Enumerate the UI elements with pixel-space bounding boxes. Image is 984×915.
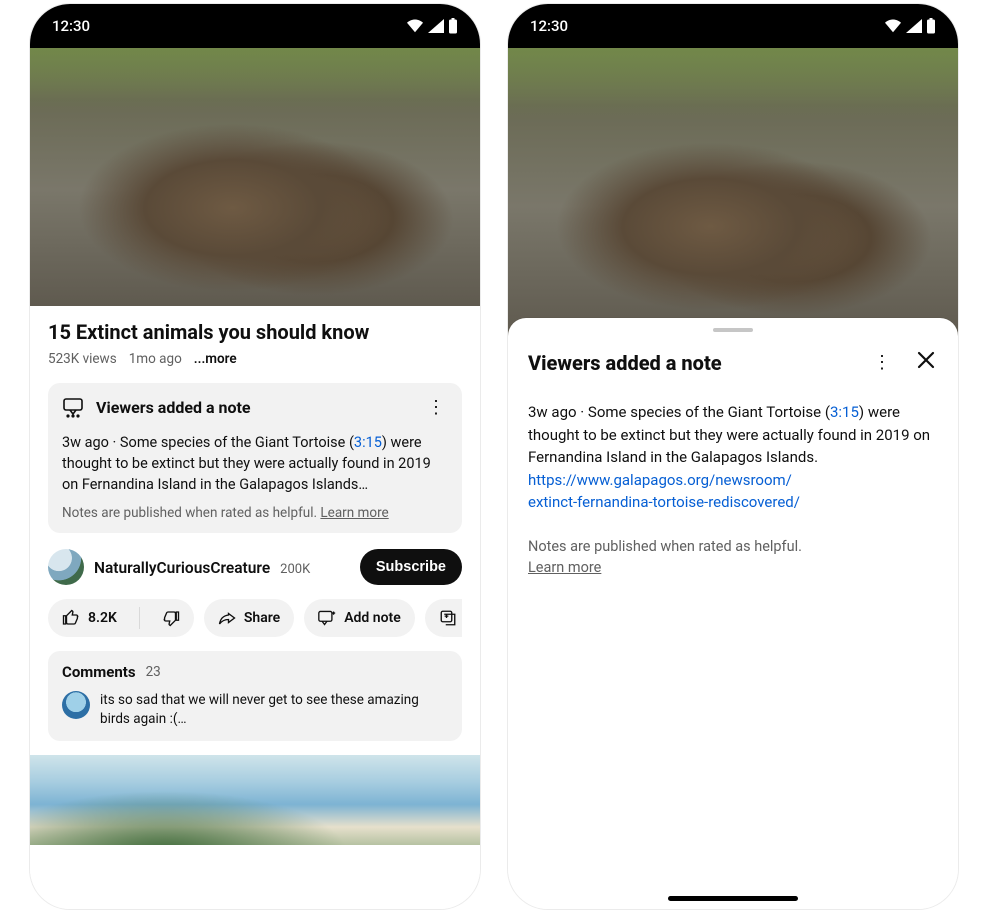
- note-age: 3w ago: [528, 403, 577, 421]
- thumbs-up-icon: [62, 609, 80, 627]
- close-button[interactable]: [902, 346, 938, 379]
- phone-left: 12:30 15 Extinct animals you should know…: [30, 4, 480, 909]
- save-button[interactable]: Sa: [425, 599, 462, 637]
- status-time: 12:30: [530, 17, 568, 35]
- comments-card[interactable]: Comments 23 its so sad that we will neve…: [48, 651, 462, 741]
- channel-row: NaturallyCuriousCreature 200K Subscribe: [48, 549, 462, 585]
- action-row: 8.2K Share Add note Sa: [48, 599, 462, 637]
- comments-label: Comments: [62, 663, 136, 681]
- close-icon: [916, 350, 936, 370]
- note-age: 3w ago: [62, 434, 109, 451]
- status-icons: [884, 18, 936, 34]
- community-note-icon: [62, 398, 84, 418]
- sheet-footer: Notes are published when rated as helpfu…: [528, 536, 938, 580]
- view-count: 523K views: [48, 351, 117, 367]
- like-dislike-chip: 8.2K: [48, 599, 194, 637]
- wifi-icon: [406, 19, 424, 33]
- sheet-title: Viewers added a note: [528, 351, 862, 375]
- sheet-menu-button[interactable]: ⋮: [870, 352, 894, 373]
- subscribe-button[interactable]: Subscribe: [360, 549, 462, 585]
- add-note-icon: [318, 610, 336, 626]
- home-indicator[interactable]: [668, 896, 798, 901]
- drag-handle[interactable]: [713, 328, 753, 332]
- comments-count: 23: [146, 664, 161, 680]
- note-source-link[interactable]: https://www.galapagos.org/newsroom/extin…: [528, 471, 800, 512]
- battery-icon: [448, 18, 458, 34]
- note-header-title: Viewers added a note: [96, 398, 412, 417]
- note-timestamp-link[interactable]: 3:15: [830, 403, 859, 421]
- video-meta: 523K views 1mo ago ...more: [48, 351, 462, 367]
- like-count: 8.2K: [88, 610, 117, 626]
- add-note-button[interactable]: Add note: [304, 599, 415, 637]
- learn-more-link[interactable]: Learn more: [528, 559, 601, 576]
- video-title[interactable]: 15 Extinct animals you should know: [48, 320, 462, 345]
- save-icon: [439, 609, 457, 627]
- status-icons: [406, 18, 458, 34]
- note-menu-button[interactable]: ⋮: [424, 397, 448, 418]
- share-button[interactable]: Share: [204, 599, 294, 637]
- channel-subs: 200K: [280, 562, 310, 577]
- comment-text: its so sad that we will never get to see…: [100, 691, 448, 729]
- more-link[interactable]: ...more: [194, 351, 237, 367]
- status-time: 12:30: [52, 17, 90, 35]
- cellular-icon: [428, 19, 444, 33]
- dislike-button[interactable]: [148, 599, 194, 637]
- note-timestamp-link[interactable]: 3:15: [354, 434, 382, 451]
- commenter-avatar[interactable]: [62, 691, 90, 719]
- next-video-thumbnail[interactable]: [30, 755, 480, 845]
- channel-name: NaturallyCuriousCreature: [94, 559, 270, 577]
- like-button[interactable]: 8.2K: [48, 599, 131, 637]
- channel-avatar[interactable]: [48, 549, 84, 585]
- channel-info[interactable]: NaturallyCuriousCreature 200K: [94, 558, 310, 577]
- sheet-body: 3w ago · Some species of the Giant Torto…: [528, 401, 938, 514]
- status-bar: 12:30: [30, 4, 480, 48]
- battery-icon: [926, 18, 936, 34]
- status-bar: 12:30: [508, 4, 958, 48]
- note-footer: Notes are published when rated as helpfu…: [62, 505, 448, 521]
- video-thumbnail[interactable]: [30, 48, 480, 306]
- video-thumbnail[interactable]: [508, 48, 958, 336]
- sheet-area: Viewers added a note ⋮ 3w ago · Some spe…: [508, 336, 958, 909]
- share-icon: [218, 610, 236, 626]
- top-comment: its so sad that we will never get to see…: [62, 691, 448, 729]
- thumbs-down-icon: [162, 609, 180, 627]
- watch-content: 15 Extinct animals you should know 523K …: [30, 306, 480, 909]
- note-bottom-sheet: Viewers added a note ⋮ 3w ago · Some spe…: [508, 318, 958, 909]
- note-body: 3w ago · Some species of the Giant Torto…: [62, 432, 448, 495]
- video-age: 1mo ago: [129, 351, 182, 367]
- chip-divider: [139, 607, 140, 629]
- cellular-icon: [906, 19, 922, 33]
- learn-more-link[interactable]: Learn more: [320, 505, 388, 521]
- wifi-icon: [884, 19, 902, 33]
- phone-right: 12:30 Viewers added a note ⋮ 3w ago · So…: [508, 4, 958, 909]
- community-note-card[interactable]: Viewers added a note ⋮ 3w ago · Some spe…: [48, 383, 462, 533]
